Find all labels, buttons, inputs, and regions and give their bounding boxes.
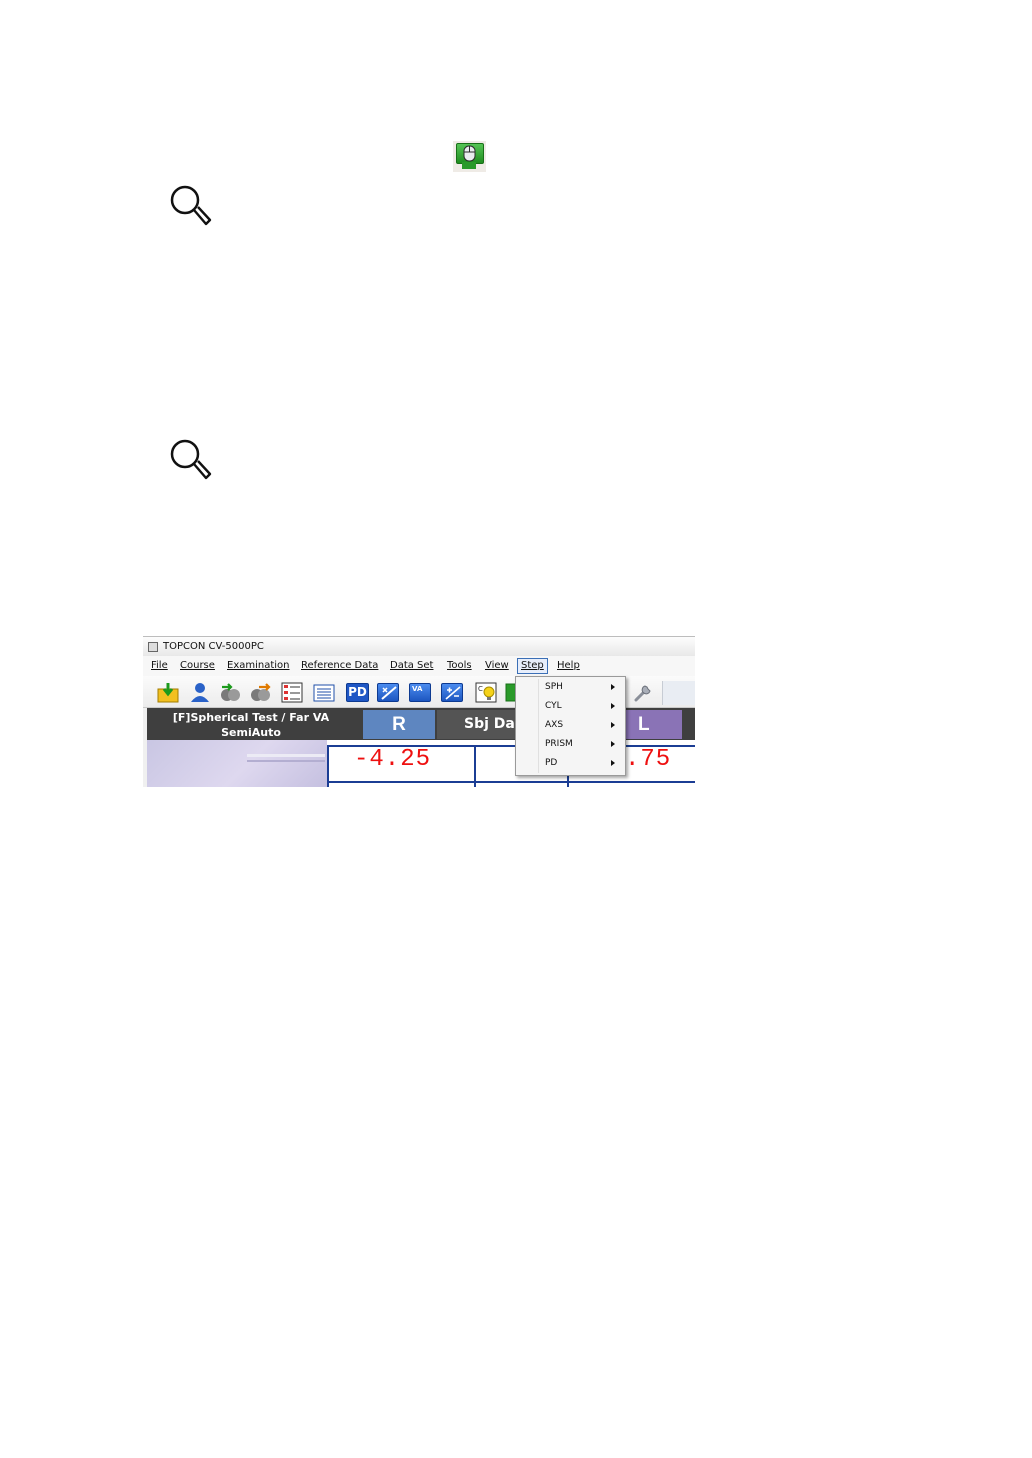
document-icon[interactable]	[313, 682, 335, 703]
menu-data-set[interactable]: Data Set	[390, 660, 433, 672]
window-titlebar: TOPCON CV-5000PC	[143, 636, 695, 656]
step-menu-item-sph[interactable]: SPH	[516, 678, 625, 697]
app-screenshot: TOPCON CV-5000PC File Course Examination…	[143, 636, 695, 787]
hint-bulb-icon[interactable]: C	[475, 682, 497, 703]
va-button[interactable]: VA	[409, 683, 431, 702]
toolbar-extra-panel	[662, 681, 695, 705]
step-menu-item-label: PRISM	[545, 739, 573, 749]
pd-button[interactable]: PD	[346, 683, 369, 702]
magnifier-note-icon	[168, 437, 214, 485]
step-menu-item-label: CYL	[545, 701, 562, 711]
menu-step[interactable]: Step	[517, 658, 548, 674]
exam-title-line2: SemiAuto	[221, 726, 281, 739]
submenu-arrow-icon	[611, 684, 615, 690]
patient-icon[interactable]	[189, 682, 211, 703]
menu-file[interactable]: File	[151, 660, 168, 672]
tab-right-eye[interactable]: R	[363, 710, 435, 739]
menu-reference-data[interactable]: Reference Data	[301, 660, 378, 672]
menu-examination[interactable]: Examination	[227, 660, 290, 672]
step-menu-item-label: SPH	[545, 682, 563, 692]
left-sph-value[interactable]: .75	[625, 747, 671, 773]
open-folder-icon[interactable]	[157, 682, 179, 703]
menubar: File Course Examination Reference Data D…	[143, 656, 695, 676]
menu-course[interactable]: Course	[180, 660, 215, 672]
chart-icon[interactable]	[377, 683, 399, 702]
step-menu-item-axs[interactable]: AXS	[516, 716, 625, 735]
plus-minus-icon[interactable]	[441, 683, 463, 702]
mouse-button-icon	[453, 141, 486, 172]
step-menu-item-pd[interactable]: PD	[516, 754, 625, 773]
submenu-arrow-icon	[611, 760, 615, 766]
submenu-arrow-icon	[611, 741, 615, 747]
submenu-arrow-icon	[611, 703, 615, 709]
list-icon[interactable]	[281, 682, 303, 703]
step-menu-item-label: PD	[545, 758, 558, 768]
step-menu-item-cyl[interactable]: CYL	[516, 697, 625, 716]
step-menu-item-prism[interactable]: PRISM	[516, 735, 625, 754]
step-menu-item-label: AXS	[545, 720, 564, 730]
menu-help[interactable]: Help	[557, 660, 580, 672]
app-icon	[148, 642, 158, 652]
menu-view[interactable]: View	[485, 660, 509, 672]
svg-text:C: C	[478, 685, 483, 693]
lens-meter-import-icon[interactable]	[219, 682, 241, 703]
magnifier-note-icon	[168, 183, 214, 231]
va-label: VA	[412, 685, 423, 693]
tab-subjective-data[interactable]: Sbj Da	[437, 710, 517, 739]
step-menu-dropdown: SPH CYL AXS PRISM PD	[515, 676, 626, 776]
side-panel	[147, 740, 327, 787]
tab-left-eye[interactable]: L	[626, 710, 682, 739]
menu-tools[interactable]: Tools	[447, 660, 472, 672]
exam-title-line1: [F]Spherical Test / Far VA	[172, 711, 330, 724]
submenu-arrow-icon	[611, 722, 615, 728]
window-title: TOPCON CV-5000PC	[163, 641, 264, 652]
wrench-icon[interactable]	[632, 682, 654, 703]
lens-meter-export-icon[interactable]	[249, 682, 271, 703]
right-sph-value[interactable]: -4.25	[354, 747, 431, 773]
exam-title: [F]Spherical Test / Far VA SemiAuto	[151, 710, 351, 740]
